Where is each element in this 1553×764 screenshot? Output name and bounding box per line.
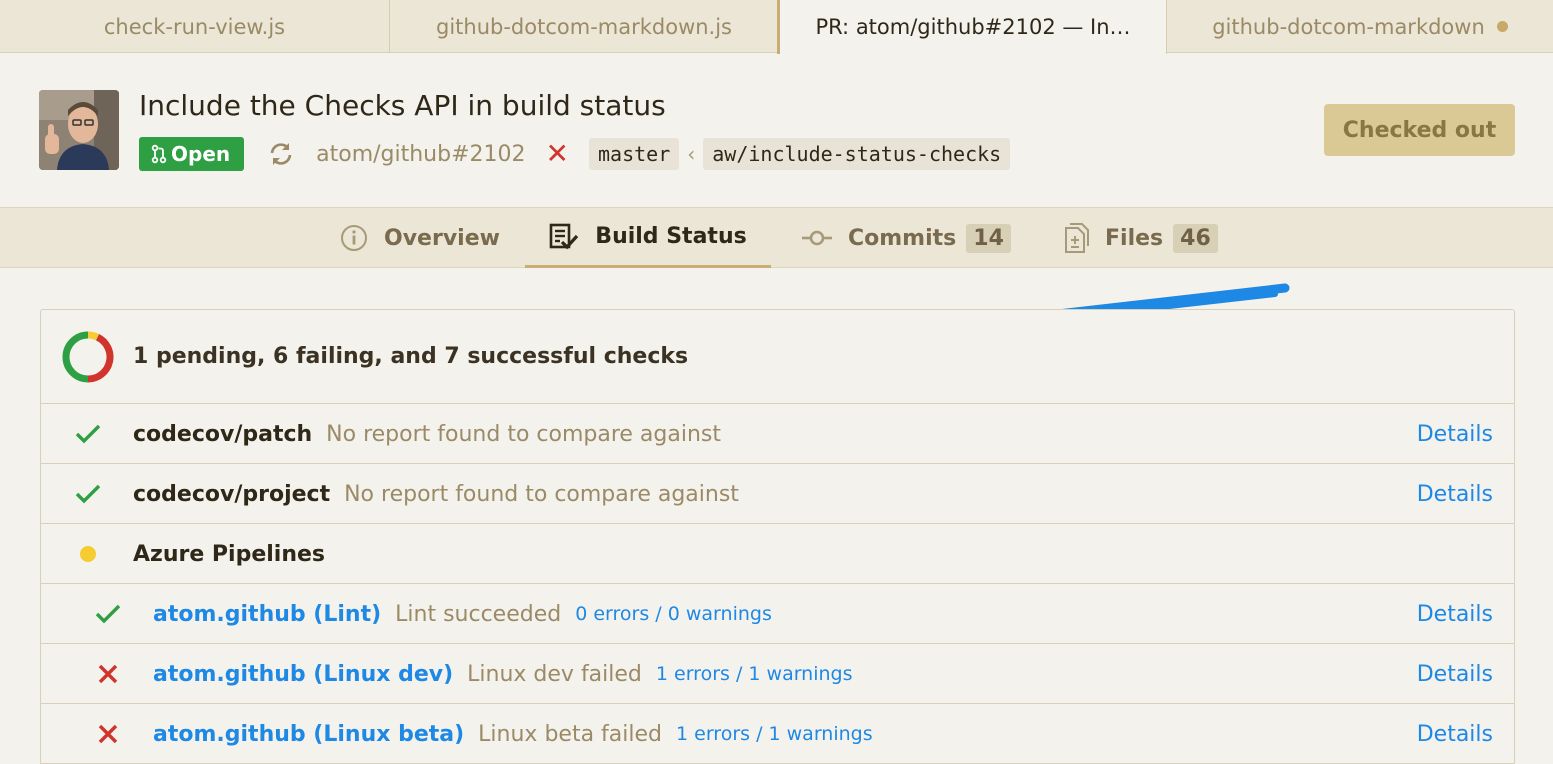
check-description: No report found to compare against xyxy=(344,481,739,507)
check-annotation-summary-link[interactable]: 1 errors / 1 warnings xyxy=(656,663,853,685)
tab-check-run-view[interactable]: check-run-view.js xyxy=(0,0,390,53)
git-commit-icon xyxy=(802,230,832,246)
tab-label: PR: atom/github#2102 — In… xyxy=(815,15,1131,39)
success-check-icon xyxy=(73,464,103,524)
check-row: codecov/patch No report found to compare… xyxy=(41,404,1514,464)
pr-reference-link[interactable]: atom/github#2102 xyxy=(316,142,525,167)
check-run-row: atom.github (Linux beta) Linux beta fail… xyxy=(41,704,1514,764)
editor-tab-bar: check-run-view.js github-dotcom-markdown… xyxy=(0,0,1553,54)
tab-overview-label: Overview xyxy=(384,225,500,251)
tab-files-label: Files xyxy=(1105,225,1164,251)
file-diff-icon xyxy=(1065,223,1089,253)
files-count-badge: 46 xyxy=(1173,223,1218,253)
details-link[interactable]: Details xyxy=(1417,584,1493,644)
tab-label: github-dotcom-markdown xyxy=(1212,14,1485,39)
check-description: No report found to compare against xyxy=(326,421,721,447)
checklist-icon xyxy=(549,223,579,249)
tab-github-dotcom-markdown[interactable]: github-dotcom-markdown xyxy=(1167,0,1553,53)
pending-dot-icon xyxy=(73,524,103,584)
check-suite-name: Azure Pipelines xyxy=(133,541,326,567)
check-run-row: atom.github (Lint) Lint succeeded 0 erro… xyxy=(41,584,1514,644)
check-run-link[interactable]: atom.github (Linux dev) xyxy=(153,662,453,687)
tab-build-status-label: Build Status xyxy=(595,224,747,249)
pr-detail-nav: Overview Build Status Commits 14 Files 4… xyxy=(0,207,1553,268)
author-avatar[interactable] xyxy=(39,90,119,170)
check-description: Lint succeeded xyxy=(395,601,562,627)
failure-x-icon xyxy=(93,704,123,764)
refresh-icon[interactable] xyxy=(268,141,294,167)
check-description: Linux beta failed xyxy=(478,721,662,747)
tab-github-dotcom-markdown-js[interactable]: github-dotcom-markdown.js xyxy=(390,0,779,53)
check-context: codecov/patch xyxy=(133,421,313,447)
check-run-row: atom.github (Linux dev) Linux dev failed… xyxy=(41,644,1514,704)
donut-segment-pending xyxy=(87,331,100,341)
details-link[interactable]: Details xyxy=(1417,644,1493,704)
build-failed-x-icon: ✕ xyxy=(545,137,569,170)
details-link[interactable]: Details xyxy=(1417,404,1493,464)
tab-label: check-run-view.js xyxy=(103,14,286,39)
checks-donut-chart xyxy=(62,331,114,383)
checks-summary: 1 pending, 6 failing, and 7 successful c… xyxy=(41,310,1514,404)
git-pull-request-icon xyxy=(151,144,167,164)
pull-request-title: Include the Checks API in build status xyxy=(139,89,666,122)
check-context: codecov/project xyxy=(133,481,331,507)
commits-count-badge: 14 xyxy=(966,223,1011,253)
pr-state-badge: Open xyxy=(139,137,245,171)
pr-state-label: Open xyxy=(171,142,231,166)
tab-pull-request[interactable]: PR: atom/github#2102 — In… xyxy=(777,0,1167,54)
check-run-link[interactable]: atom.github (Lint) xyxy=(153,602,381,627)
checked-out-button[interactable]: Checked out xyxy=(1324,104,1515,156)
tab-commits[interactable]: Commits 14 xyxy=(802,208,1011,268)
check-run-link[interactable]: atom.github (Linux beta) xyxy=(153,722,464,747)
failure-x-icon xyxy=(93,644,123,704)
success-check-icon xyxy=(73,404,103,464)
info-icon xyxy=(341,225,367,251)
base-branch: master xyxy=(588,138,680,170)
checks-panel: 1 pending, 6 failing, and 7 successful c… xyxy=(40,309,1515,764)
tab-label: github-dotcom-markdown.js xyxy=(436,14,732,39)
tab-build-status[interactable]: Build Status xyxy=(525,208,771,268)
success-check-icon xyxy=(93,584,123,644)
check-description: Linux dev failed xyxy=(467,661,642,687)
modified-indicator-icon xyxy=(1496,21,1508,32)
chevron-left-icon: ‹ xyxy=(687,142,696,166)
donut-segment-successful xyxy=(62,331,89,383)
check-annotation-summary-link[interactable]: 0 errors / 0 warnings xyxy=(575,603,772,625)
tab-files[interactable]: Files 46 xyxy=(1063,208,1218,268)
pr-meta-row: Open atom/github#2102 ✕ master ‹ aw/incl… xyxy=(139,136,1011,172)
check-suite-row: Azure Pipelines xyxy=(41,524,1514,584)
details-link[interactable]: Details xyxy=(1417,704,1493,764)
checks-summary-text: 1 pending, 6 failing, and 7 successful c… xyxy=(133,344,689,369)
check-row: codecov/project No report found to compa… xyxy=(41,464,1514,524)
tab-overview[interactable]: Overview xyxy=(340,208,500,268)
check-annotation-summary-link[interactable]: 1 errors / 1 warnings xyxy=(676,723,873,745)
details-link[interactable]: Details xyxy=(1417,464,1493,524)
donut-segment-failing xyxy=(87,334,114,383)
tab-commits-label: Commits xyxy=(848,225,957,251)
head-branch: aw/include-status-checks xyxy=(703,138,1011,170)
